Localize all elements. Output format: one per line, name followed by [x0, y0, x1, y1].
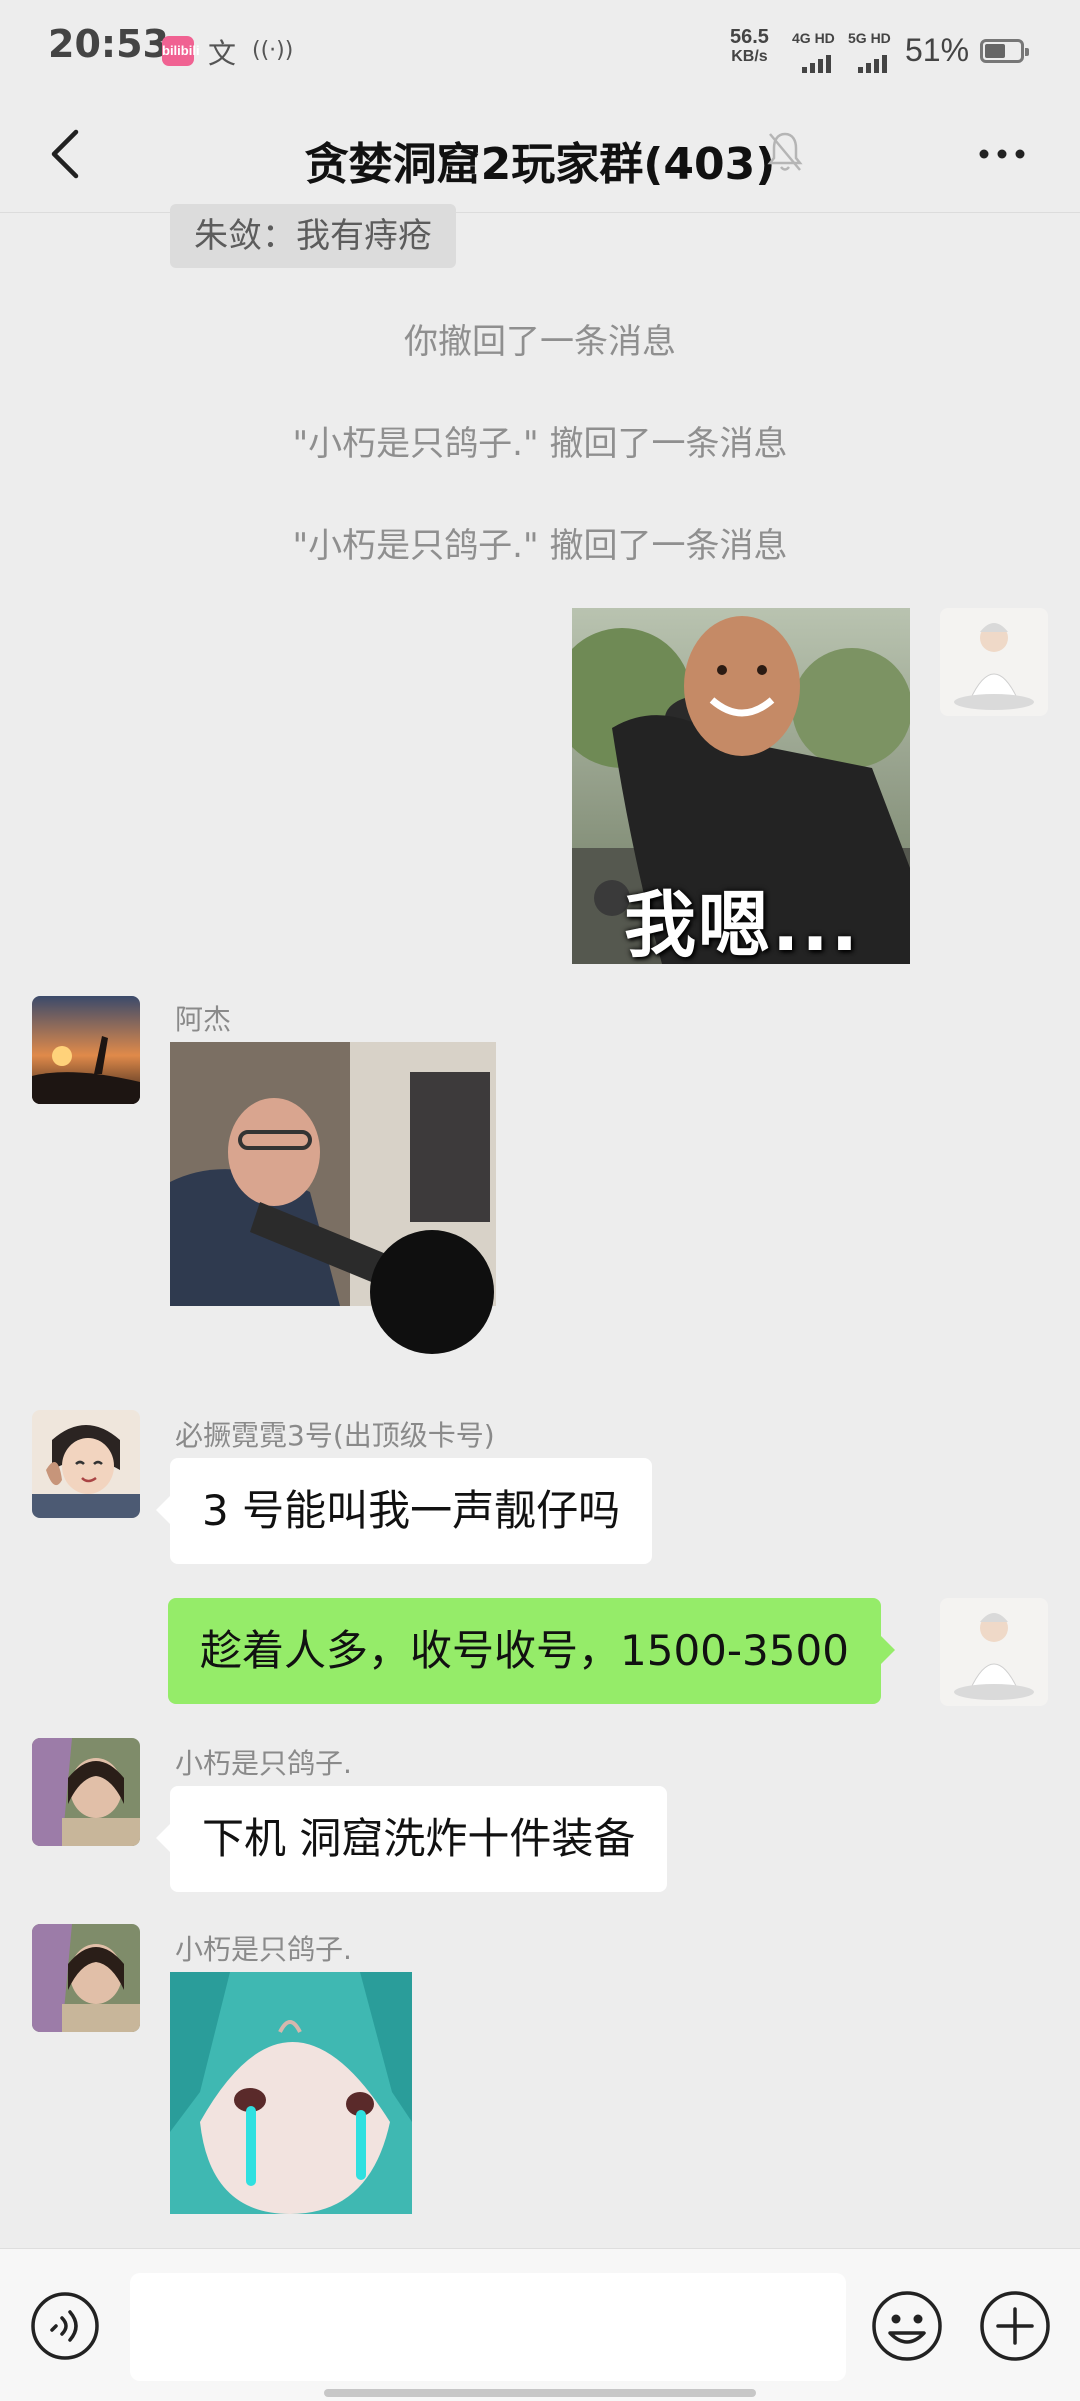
chat-header: 贪婪洞窟2玩家群(403)	[0, 100, 1080, 213]
signal-5g-bars-icon	[858, 54, 890, 73]
signal-4g-bars-icon	[802, 54, 834, 73]
more-dots-icon[interactable]	[972, 134, 1032, 174]
status-bar: 20:53 bilibili 文 ((·)) 56.5 KB/s 4G HD 5…	[0, 0, 1080, 100]
translate-icon: 文	[208, 37, 237, 70]
signal-5g-label: 5G HD	[848, 30, 891, 46]
avatar-xiaoxiu[interactable]	[32, 1924, 140, 2032]
group-title: 贪婪洞窟2玩家群(403)	[304, 139, 776, 190]
message-bubble[interactable]: 下机 洞窟洗炸十件装备	[155, 1786, 668, 1892]
avatar-xiaoxiu[interactable]	[32, 1738, 140, 1846]
sender-name: 小朽是只鸽子.	[175, 1933, 352, 1966]
sender-name: 阿杰	[175, 1003, 232, 1036]
bilibili-app-icon: bilibili	[162, 36, 200, 66]
avatar-ajie[interactable]	[32, 996, 140, 1104]
message-input[interactable]	[130, 2273, 846, 2381]
signal-4g-label: 4G HD	[792, 30, 835, 46]
system-recall-notice: "小朽是只鸽子." 撤回了一条消息	[292, 526, 788, 566]
message-bubble[interactable]: 3 号能叫我一声靓仔吗	[155, 1458, 653, 1564]
battery-percent: 51%	[905, 32, 970, 68]
mute-bell-icon	[767, 132, 803, 171]
status-time: 20:53	[48, 22, 169, 66]
system-recall-notice: 你撤回了一条消息	[404, 322, 676, 362]
my-avatar[interactable]	[940, 608, 1048, 716]
emoji-icon[interactable]	[870, 2289, 944, 2363]
my-message-bubble[interactable]: 趁着人多，收号收号，1500-3500	[168, 1598, 895, 1704]
network-speed: 56.5 KB/s	[730, 26, 769, 65]
battery-icon	[980, 39, 1029, 63]
sticker-caption: 我嗯...	[624, 883, 861, 964]
input-bar	[0, 2248, 1080, 2401]
sticker-image-crying[interactable]	[170, 1972, 412, 2214]
sticker-image-gun[interactable]	[170, 1042, 514, 1372]
voice-icon[interactable]	[30, 2291, 100, 2361]
sticker-image-man[interactable]: 我嗯...	[572, 608, 910, 964]
sender-name: 小朽是只鸽子.	[175, 1747, 352, 1780]
plus-icon[interactable]	[978, 2289, 1052, 2363]
avatar-bijue[interactable]	[32, 1410, 140, 1518]
sender-name: 必撅霓霓3号(出顶级卡号)	[175, 1419, 495, 1452]
quoted-message[interactable]: 朱敛：我有痔疮	[170, 204, 456, 268]
home-indicator[interactable]	[324, 2389, 756, 2397]
system-recall-notice: "小朽是只鸽子." 撤回了一条消息	[292, 424, 788, 464]
hotspot-icon: ((·))	[252, 38, 294, 63]
my-avatar[interactable]	[940, 1598, 1048, 1706]
